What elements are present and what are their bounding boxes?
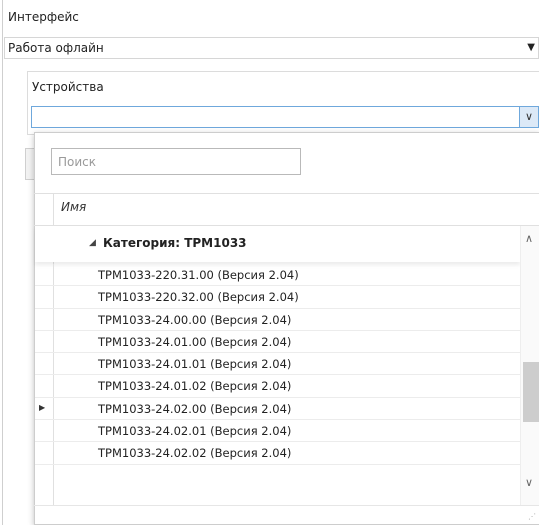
left-border — [2, 0, 3, 525]
list-item[interactable]: ТРМ1033-24.02.01 (Версия 2.04) — [35, 420, 520, 443]
chevron-down-icon[interactable]: ∨ — [525, 476, 533, 489]
row-pointer-icon: ▶ — [39, 402, 46, 412]
row-selector — [35, 330, 54, 353]
chevron-down-icon[interactable]: ∨ — [519, 107, 538, 127]
search-placeholder: Поиск — [58, 155, 97, 169]
devices-label: Устройства — [32, 80, 104, 94]
column-header-name[interactable]: Имя — [61, 200, 86, 214]
interface-selected-value: Работа офлайн — [8, 41, 104, 55]
caret-down-icon[interactable]: ▼ — [527, 42, 535, 53]
list-item-current[interactable]: ▶ ТРМ1033-24.02.00 (Версия 2.04) — [35, 397, 520, 421]
interface-label: Интерфейс — [8, 10, 79, 24]
grid-bottom-border — [34, 505, 539, 506]
search-input[interactable]: Поиск — [51, 148, 301, 175]
row-selector — [35, 286, 54, 308]
device-name: ТРМ1033-24.02.02 (Версия 2.04) — [98, 446, 292, 461]
device-list: ТРМ1033-220.31.00 (Версия 2.04) ТРМ1033-… — [35, 264, 520, 465]
device-name: ТРМ1033-24.01.00 (Версия 2.04) — [98, 334, 292, 349]
device-name: ТРМ1033-220.32.00 (Версия 2.04) — [98, 290, 299, 305]
device-name: ТРМ1033-24.01.02 (Версия 2.04) — [98, 379, 292, 394]
grid-top-border — [34, 193, 539, 194]
row-selector — [35, 353, 54, 375]
list-item[interactable]: ТРМ1033-24.01.01 (Версия 2.04) — [35, 353, 520, 376]
list-item[interactable]: ТРМ1033-24.01.02 (Версия 2.04) — [35, 375, 520, 398]
row-selector: ▶ — [35, 397, 54, 420]
list-item[interactable]: ТРМ1033-220.32.00 (Версия 2.04) — [35, 286, 520, 309]
device-name: ТРМ1033-24.02.00 (Версия 2.04) — [98, 401, 292, 416]
scrollbar-thumb[interactable] — [523, 362, 539, 422]
device-name: ТРМ1033-24.01.01 (Версия 2.04) — [98, 357, 292, 372]
interface-select[interactable]: Работа офлайн ▼ — [4, 37, 539, 59]
device-name: ТРМ1033-24.02.01 (Версия 2.04) — [98, 424, 292, 439]
group-row[interactable]: ◢ Категория: ТРМ1033 — [35, 226, 520, 262]
row-selector — [35, 264, 54, 286]
list-item[interactable]: ТРМ1033-24.01.00 (Версия 2.04) — [35, 330, 520, 354]
row-selector — [35, 375, 54, 397]
group-label: Категория: ТРМ1033 — [103, 236, 247, 250]
row-selector — [35, 308, 54, 330]
resize-grip-icon[interactable]: ⋰ — [528, 512, 536, 521]
devices-combobox[interactable]: ∨ — [31, 106, 539, 128]
list-item[interactable]: ТРМ1033-220.31.00 (Версия 2.04) — [35, 264, 520, 287]
device-name: ТРМ1033-24.00.00 (Версия 2.04) — [98, 312, 292, 327]
row-selector — [35, 420, 54, 442]
chevron-up-icon[interactable]: ∧ — [525, 232, 533, 245]
vertical-scrollbar[interactable]: ∧ ∨ — [520, 226, 539, 505]
list-item[interactable]: ТРМ1033-24.00.00 (Версия 2.04) — [35, 308, 520, 331]
device-name: ТРМ1033-220.31.00 (Версия 2.04) — [98, 268, 299, 282]
triangle-expanded-icon[interactable]: ◢ — [89, 238, 96, 248]
row-selector — [35, 442, 54, 464]
list-item[interactable]: ТРМ1033-24.02.02 (Версия 2.04) — [35, 442, 520, 465]
